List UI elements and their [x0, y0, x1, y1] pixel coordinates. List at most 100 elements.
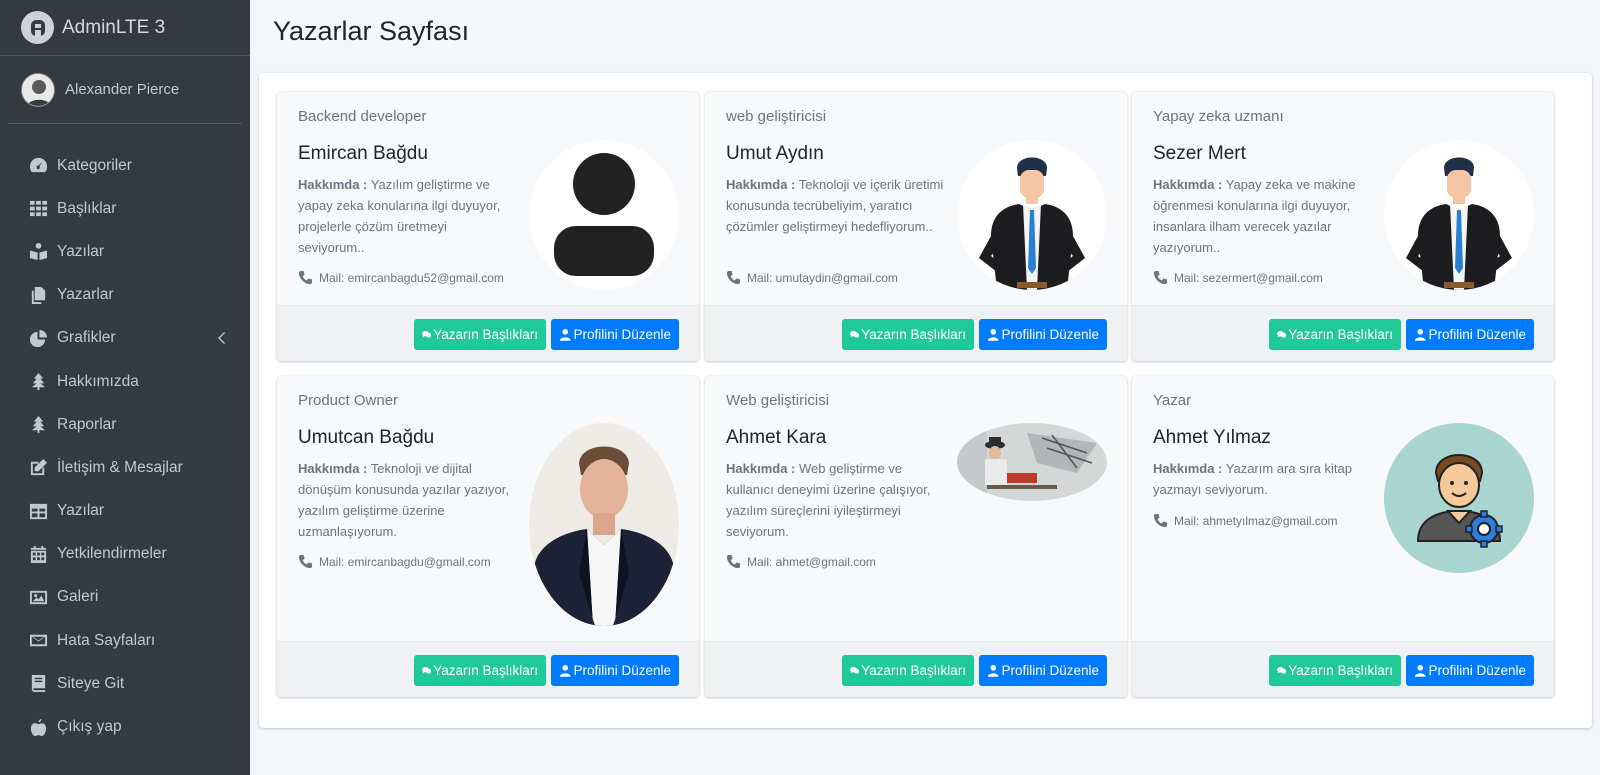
author-titles-button[interactable]: Yazarın Başlıkları	[842, 319, 974, 350]
user-name: Alexander Pierce	[65, 81, 180, 98]
user-icon	[1414, 664, 1426, 677]
about-label: Hakkımda :	[298, 177, 368, 192]
sidebar-item-label: Yazılar	[57, 502, 105, 520]
author-role: Product Owner	[298, 392, 399, 409]
author-card: Backend developer Emircan Bağdu Hakkımda…	[277, 92, 699, 361]
author-card-footer: Yazarın Başlıkları Profilini Düzenle	[277, 641, 699, 697]
sidebar-item-iletisim[interactable]: İletişim & Mesajlar	[0, 446, 250, 489]
author-titles-button[interactable]: Yazarın Başlıkları	[414, 655, 546, 686]
comments-icon	[1277, 667, 1287, 675]
edit-profile-button[interactable]: Profilini Düzenle	[551, 319, 679, 350]
sidebar-item-raporlar[interactable]: Raporlar	[0, 403, 250, 446]
author-titles-button[interactable]: Yazarın Başlıkları	[842, 655, 974, 686]
tree-icon	[28, 372, 48, 392]
sidebar-item-galeri[interactable]: Galeri	[0, 576, 250, 619]
brand-title: AdminLTE 3	[62, 16, 166, 38]
table-icon	[28, 501, 48, 521]
author-titles-button[interactable]: Yazarın Başlıkları	[1269, 655, 1401, 686]
author-card: Web geliştiricisi Ahmet Kara Hakkımda : …	[705, 376, 1127, 697]
tree-icon	[28, 415, 48, 435]
sidebar-item-kategoriler[interactable]: Kategoriler	[0, 144, 250, 187]
user-avatar	[21, 72, 55, 107]
content-wrapper: Yazarlar Sayfası Backend developer Emirc…	[250, 0, 1600, 775]
comments-icon	[850, 331, 860, 339]
sidebar-item-yazilar[interactable]: Yazılar	[0, 230, 250, 273]
sidebar-item-hata-sayfalari[interactable]: Hata Sayfaları	[0, 619, 250, 662]
author-titles-button[interactable]: Yazarın Başlıkları	[1269, 319, 1401, 350]
author-titles-button[interactable]: Yazarın Başlıkları	[414, 319, 546, 350]
sidebar-item-label: Yazılar	[57, 242, 105, 260]
author-card-footer: Yazarın Başlıkları Profilini Düzenle	[705, 305, 1127, 361]
sidebar-item-yetkilendirmeler[interactable]: Yetkilendirmeler	[0, 533, 250, 576]
user-icon	[987, 664, 999, 677]
sidebar-nav: Kategoriler Başlıklar Yazılar Yazarlar G…	[0, 144, 250, 749]
sidebar-item-yazarlar[interactable]: Yazarlar	[0, 274, 250, 317]
author-card-footer: Yazarın Başlıkları Profilini Düzenle	[1132, 305, 1554, 361]
comments-icon	[850, 667, 860, 675]
brand-link[interactable]: AdminLTE 3	[0, 0, 250, 56]
edit-profile-button[interactable]: Profilini Düzenle	[551, 655, 679, 686]
sidebar-item-label: Hata Sayfaları	[57, 631, 156, 649]
author-role: Backend developer	[298, 108, 427, 125]
sidebar-item-basliklar[interactable]: Başlıklar	[0, 187, 250, 230]
author-mail: Mail: sezermert@gmail.com	[1153, 270, 1323, 285]
author-mail: Mail: emircanbagdu52@gmail.com	[298, 270, 504, 285]
sidebar-item-cikis-yap[interactable]: Çıkış yap	[0, 705, 250, 748]
user-icon	[559, 328, 571, 341]
user-icon	[559, 664, 571, 677]
th-icon	[28, 199, 48, 219]
sidebar-item-label: Galeri	[57, 588, 99, 606]
sidebar-item-grafikler[interactable]: Grafikler	[0, 317, 250, 360]
author-role: Yazar	[1153, 392, 1192, 409]
sidebar-item-label: Hakkımızda	[57, 372, 139, 390]
sidebar-item-siteye-git[interactable]: Siteye Git	[0, 662, 250, 705]
businessman-avatar	[957, 140, 1107, 290]
book-icon	[28, 674, 48, 694]
copy-icon	[28, 285, 48, 305]
author-about: Hakkımda : Web geliştirme ve kullanıcı d…	[726, 458, 944, 542]
about-label: Hakkımda :	[726, 177, 796, 192]
author-mail: Mail: ahmetyılmaz@gmail.com	[1153, 513, 1338, 528]
phone-icon	[726, 554, 741, 569]
author-name: Ahmet Kara	[726, 427, 827, 448]
edit-profile-button[interactable]: Profilini Düzenle	[979, 319, 1107, 350]
author-name: Umut Aydın	[726, 143, 824, 164]
author-mail: Mail: umutaydin@gmail.com	[726, 270, 898, 285]
author-card: Yazar Ahmet Yılmaz Hakkımda : Yazarım ar…	[1132, 376, 1554, 697]
user-icon	[1414, 328, 1426, 341]
sidebar-item-label: Grafikler	[57, 329, 116, 347]
about-label: Hakkımda :	[1153, 177, 1223, 192]
about-label: Hakkımda :	[298, 461, 368, 476]
author-role: web geliştiricisi	[726, 108, 827, 125]
edit-profile-button[interactable]: Profilini Düzenle	[1406, 319, 1534, 350]
edit-profile-button[interactable]: Profilini Düzenle	[979, 655, 1107, 686]
author-card: Yapay zeka uzmanı Sezer Mert Hakkımda : …	[1132, 92, 1554, 361]
phone-icon	[1153, 513, 1168, 528]
author-name: Umutcan Bağdu	[298, 427, 435, 448]
user-gear-avatar	[1384, 423, 1534, 573]
author-card-footer: Yazarın Başlıkları Profilini Düzenle	[1132, 641, 1554, 697]
author-mail: Mail: ahmet@gmail.com	[726, 554, 876, 569]
sidebar-item-label: Raporlar	[57, 415, 117, 433]
chart-pie-icon	[28, 328, 48, 348]
phone-icon	[298, 270, 313, 285]
sidebar-item-label: Yazarlar	[57, 286, 114, 304]
about-label: Hakkımda :	[1153, 461, 1223, 476]
image-icon	[28, 587, 48, 607]
sidebar-item-label: Kategoriler	[57, 156, 132, 174]
edit-icon	[28, 458, 48, 478]
sidebar-item-label: Başlıklar	[57, 199, 117, 217]
user-panel[interactable]: Alexander Pierce	[8, 56, 242, 124]
author-name: Sezer Mert	[1153, 143, 1246, 164]
sidebar-item-yazilar-2[interactable]: Yazılar	[0, 490, 250, 533]
portrait-photo	[529, 423, 679, 626]
edit-profile-button[interactable]: Profilini Düzenle	[1406, 655, 1534, 686]
tachometer-icon	[28, 156, 48, 176]
user-icon	[987, 328, 999, 341]
sidebar-item-hakkimizda[interactable]: Hakkımızda	[0, 360, 250, 403]
main-sidebar: AdminLTE 3 Alexander Pierce Kategoriler …	[0, 0, 250, 775]
author-card-footer: Yazarın Başlıkları Profilini Düzenle	[705, 641, 1127, 697]
silhouette-avatar	[529, 140, 679, 290]
author-about: Hakkımda : Teknoloji ve dijital dönüşüm …	[298, 458, 516, 542]
sidebar-item-label: Yetkilendirmeler	[57, 545, 167, 563]
